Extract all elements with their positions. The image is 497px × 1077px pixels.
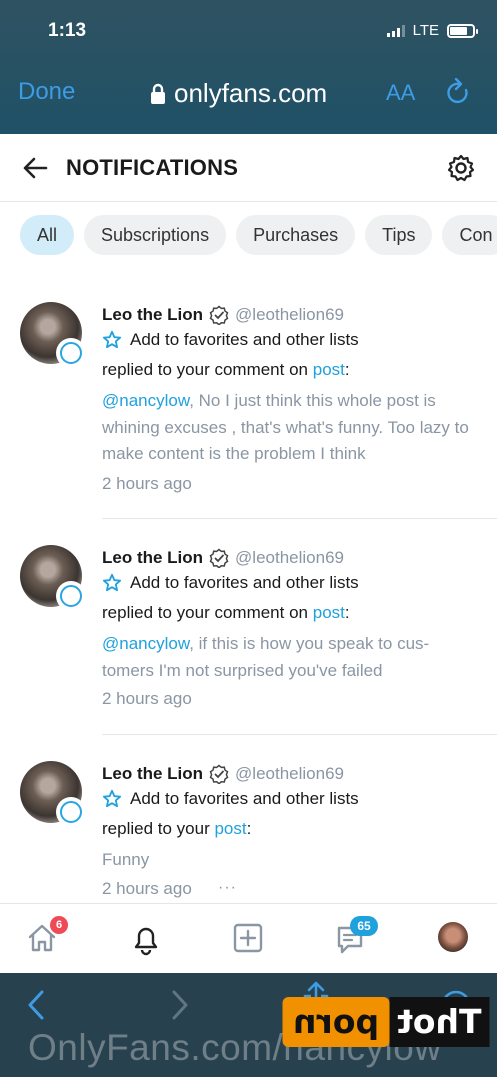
- verified-icon: [209, 764, 229, 784]
- notification-action: replied to your comment on post:: [102, 360, 350, 379]
- user-name[interactable]: Leo the Lion: [102, 764, 203, 784]
- comment-text: @nancylow, if this is how you speak to c…: [102, 634, 430, 680]
- star-icon: [102, 330, 122, 349]
- tab-comments[interactable]: Con: [442, 215, 497, 255]
- bottom-nav: 6 65: [0, 903, 497, 973]
- reload-button[interactable]: [444, 77, 472, 113]
- logo-part-2: porn: [283, 997, 390, 1047]
- tab-purchases[interactable]: Purchases: [236, 215, 356, 255]
- divider: [102, 734, 497, 735]
- mention-link[interactable]: @nancylow: [102, 634, 189, 653]
- notification-action: replied to your post:: [102, 819, 252, 838]
- comment-text: @nancylow, No I just think this whole po…: [102, 391, 469, 463]
- user-avatar[interactable]: [20, 302, 86, 368]
- user-handle[interactable]: @leothelion69: [235, 548, 344, 568]
- settings-button[interactable]: [446, 153, 476, 188]
- page-title: NOTIFICATIONS: [66, 155, 239, 180]
- bell-icon: [134, 927, 158, 956]
- messages-badge: 65: [350, 916, 378, 936]
- user-name[interactable]: Leo the Lion: [102, 305, 203, 325]
- arrow-left-icon: [23, 157, 48, 179]
- post-link[interactable]: post: [313, 603, 345, 622]
- user-name[interactable]: Leo the Lion: [102, 548, 203, 568]
- chevron-right-icon: [172, 990, 188, 1020]
- done-button[interactable]: Done: [18, 78, 75, 106]
- comment-type-icon: [56, 338, 86, 368]
- star-icon: [102, 789, 122, 808]
- tab-subscriptions[interactable]: Subscriptions: [84, 215, 227, 255]
- nav-profile[interactable]: [438, 922, 468, 952]
- comment-text: Funny: [102, 850, 150, 869]
- browser-forward-button[interactable]: [168, 989, 190, 1026]
- user-avatar[interactable]: [20, 761, 86, 827]
- tab-tips[interactable]: Tips: [365, 215, 433, 255]
- add-to-favorites-button[interactable]: Add to favorites and other lists: [102, 330, 359, 350]
- post-link[interactable]: post: [313, 360, 345, 379]
- favorites-label: Add to favorites and other lists: [130, 573, 359, 592]
- filter-tabs: All Subscriptions Purchases Tips Con: [20, 215, 497, 255]
- lock-icon: [151, 83, 165, 104]
- nav-notifications[interactable]: [130, 922, 162, 961]
- browser-back-button[interactable]: [26, 989, 48, 1026]
- url-text: onlyfans.com: [174, 78, 328, 108]
- add-post-icon: [233, 923, 263, 953]
- divider: [102, 518, 497, 519]
- reload-icon: [447, 77, 468, 104]
- favorites-label: Add to favorites and other lists: [130, 789, 359, 808]
- verified-icon: [209, 305, 229, 325]
- timestamp: 2 hours ago: [102, 879, 192, 898]
- nav-new-post[interactable]: [232, 922, 264, 959]
- timestamp: 2 hours ago: [102, 689, 192, 708]
- star-icon: [102, 573, 122, 592]
- nav-messages[interactable]: 65: [334, 916, 378, 961]
- home-badge: 6: [50, 916, 68, 934]
- watermark-logo: Thot porn: [283, 997, 490, 1047]
- timestamp: 2 hours ago: [102, 474, 192, 493]
- more-options-button[interactable]: ···: [218, 879, 237, 897]
- add-to-favorites-button[interactable]: Add to favorites and other lists: [102, 573, 359, 593]
- back-button[interactable]: [22, 156, 48, 185]
- mention-link[interactable]: @nancylow: [102, 391, 189, 410]
- tab-all[interactable]: All: [20, 215, 75, 255]
- post-link[interactable]: post: [214, 819, 246, 838]
- comment-type-icon: [56, 581, 86, 611]
- chevron-left-icon: [28, 990, 44, 1020]
- text-size-button[interactable]: AA: [386, 80, 415, 106]
- user-handle[interactable]: @leothelion69: [235, 764, 344, 784]
- user-avatar[interactable]: [20, 545, 86, 611]
- comment-type-icon: [56, 797, 86, 827]
- nav-home[interactable]: 6: [26, 916, 68, 959]
- battery-icon: [447, 23, 478, 38]
- user-handle[interactable]: @leothelion69: [235, 305, 344, 325]
- verified-icon: [209, 548, 229, 568]
- profile-avatar: [438, 922, 468, 952]
- logo-part-1: Thot: [389, 997, 490, 1047]
- notification-action: replied to your comment on post:: [102, 603, 350, 622]
- signal-icon: [386, 24, 405, 37]
- gear-icon: [447, 154, 475, 182]
- browser-top-bar: 1:13 LTE Done onlyfans.com AA: [0, 0, 497, 134]
- favorites-label: Add to favorites and other lists: [130, 330, 359, 349]
- page-header: NOTIFICATIONS: [0, 134, 497, 202]
- url-bar[interactable]: onlyfans.com: [150, 78, 327, 109]
- status-indicators: LTE: [386, 22, 478, 39]
- add-to-favorites-button[interactable]: Add to favorites and other lists: [102, 789, 359, 809]
- network-label: LTE: [412, 22, 439, 39]
- status-time: 1:13: [48, 20, 87, 41]
